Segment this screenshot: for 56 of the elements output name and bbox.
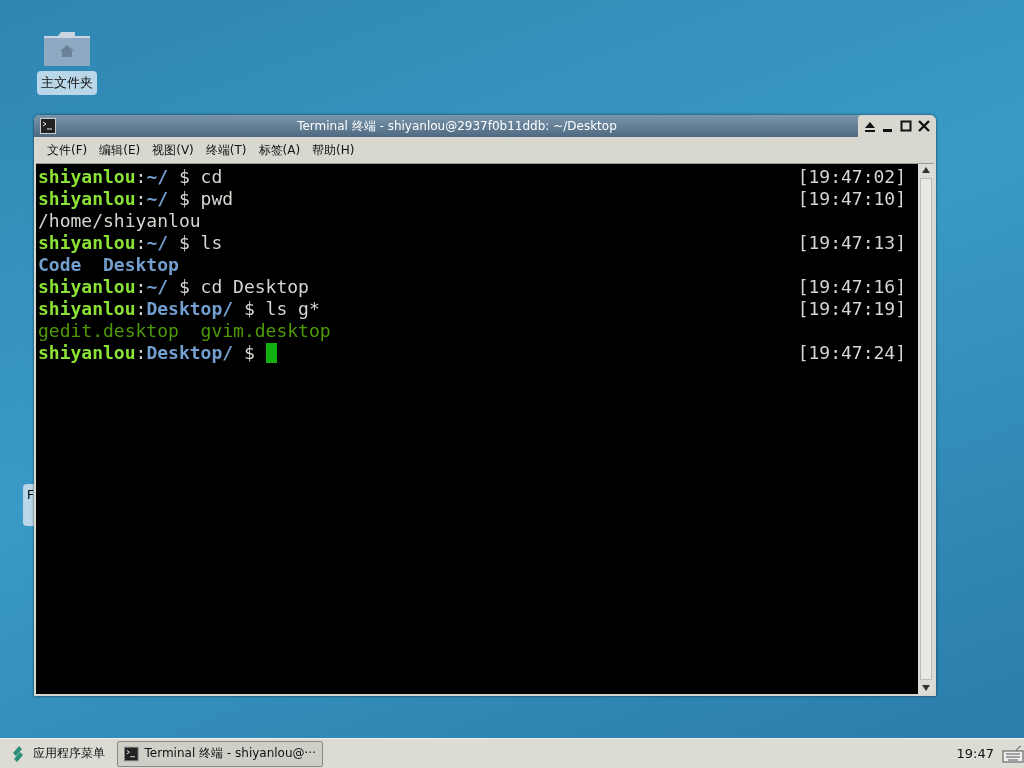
terminal-text: $ cd [177,166,223,188]
terminal-text: : [135,298,147,320]
timestamp: [19:47:16] [797,276,906,298]
timestamp: [19:47:10] [797,188,906,210]
terminal-text: $ cd Desktop [177,276,309,298]
keyboard-icon[interactable] [1002,744,1024,763]
scroll-down-icon[interactable] [922,685,930,691]
terminal-text: shiyanlou [38,188,136,210]
terminal-text: ~/ [146,188,169,210]
terminal-text: Code Desktop [38,254,179,276]
menu-item[interactable]: 编辑(E) [99,141,141,159]
app-menu-button[interactable]: 应用程序菜单 [33,745,105,762]
terminal-text: /home/shiyanlou [38,210,201,232]
home-folder-icon[interactable] [42,30,92,68]
terminal-text: Desktop/ [146,298,234,320]
terminal-text: : [135,276,147,298]
terminal-text: $ ls g* [242,298,320,320]
terminal-text: shiyanlou [38,342,136,364]
terminal-text: shiyanlou [38,232,136,254]
terminal-text: ~/ [146,276,169,298]
timestamp: [19:47:19] [797,298,906,320]
terminal-text: ~/ [146,166,169,188]
close-icon[interactable] [918,120,930,132]
folder-label[interactable]: 主文件夹 [37,71,97,95]
menu-item[interactable]: 标签(A) [258,141,301,159]
terminal-text: : [135,188,147,210]
clock: 19:47 [956,746,994,761]
timestamp: [19:47:02] [797,166,906,188]
menu-item[interactable]: 文件(F) [47,141,88,159]
desktop-icon-label: F [27,488,34,502]
timestamp: [19:47:24] [797,342,906,364]
terminal-icon [40,118,56,134]
terminal-text: : [135,342,147,364]
terminal-text: shiyanlou [38,276,136,298]
menu-item[interactable]: 帮助(H) [312,141,355,159]
terminal-text: $ ls [177,232,223,254]
terminal-text: shiyanlou [38,298,136,320]
terminal-text: $ pwd [177,188,234,210]
terminal-text: gedit.desktop gvim.desktop [38,320,331,342]
shade-icon[interactable] [864,120,876,132]
taskbar-task[interactable]: Terminal 终端 - shiyanlou@··· [117,740,323,767]
terminal-text: : [135,232,147,254]
window-title: Terminal 终端 - shiyanlou@2937f0b11ddb: ~/Desktop [296,117,618,135]
terminal-text: ~/ [146,232,169,254]
maximize-icon[interactable] [900,120,912,132]
terminal-text: $ [242,342,255,364]
terminal-icon [124,745,139,762]
terminal-text: Desktop/ [146,342,234,364]
timestamp: [19:47:13] [797,232,906,254]
scroll-up-icon[interactable] [922,167,930,173]
scrollbar[interactable] [918,164,934,694]
menu-item[interactable]: 终端(T) [205,141,247,159]
terminal-text: shiyanlou [38,166,136,188]
menu-item[interactable]: 视图(V) [152,141,194,159]
terminal-text: : [135,166,147,188]
app-menu-icon[interactable] [11,744,25,763]
